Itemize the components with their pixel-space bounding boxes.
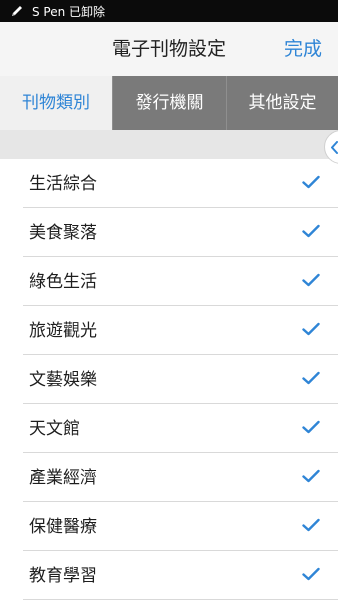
- tab-issuing-agency[interactable]: 發行機關: [112, 76, 226, 130]
- tab-publication-category[interactable]: 刊物類別: [0, 76, 112, 130]
- status-bar: S Pen 已卸除: [0, 0, 338, 22]
- chevron-left-icon: [331, 141, 338, 154]
- checkmark-icon[interactable]: [302, 322, 320, 336]
- list-item[interactable]: 保健醫療: [23, 502, 338, 551]
- category-label: 文藝娛樂: [29, 370, 97, 390]
- done-button[interactable]: 完成: [284, 22, 322, 76]
- pen-icon: [10, 4, 24, 18]
- list-item[interactable]: 旅遊觀光: [23, 306, 338, 355]
- checkmark-icon[interactable]: [302, 420, 320, 434]
- category-label: 綠色生活: [29, 272, 97, 292]
- checkmark-icon[interactable]: [302, 518, 320, 532]
- list-item[interactable]: 綠色生活: [23, 257, 338, 306]
- status-text: S Pen 已卸除: [32, 4, 106, 19]
- list-item[interactable]: 生活綜合: [23, 159, 338, 208]
- list-item[interactable]: 美食聚落: [23, 208, 338, 257]
- category-label: 教育學習: [29, 566, 97, 586]
- category-label: 保健醫療: [29, 517, 97, 537]
- checkmark-icon[interactable]: [302, 469, 320, 483]
- list-item[interactable]: 天文館: [23, 404, 338, 453]
- tab-bar: 刊物類別 發行機關 其他設定: [0, 76, 338, 130]
- checkmark-icon[interactable]: [302, 371, 320, 385]
- list-item[interactable]: 教育學習: [23, 551, 338, 600]
- category-label: 天文館: [29, 419, 80, 439]
- checkmark-icon[interactable]: [302, 224, 320, 238]
- app-header: 電子刊物設定 完成: [0, 22, 338, 76]
- checkmark-icon[interactable]: [302, 175, 320, 189]
- category-list: 生活綜合 美食聚落 綠色生活 旅遊觀光 文藝娛樂 天文館 產業經濟 保健醫療 教…: [0, 159, 338, 600]
- checkmark-icon[interactable]: [302, 273, 320, 287]
- list-item[interactable]: 文藝娛樂: [23, 355, 338, 404]
- category-label: 旅遊觀光: [29, 321, 97, 341]
- list-item[interactable]: 產業經濟: [23, 453, 338, 502]
- category-label: 生活綜合: [29, 174, 97, 194]
- list-top-band: [0, 130, 338, 159]
- checkmark-icon[interactable]: [302, 567, 320, 581]
- tab-other-settings[interactable]: 其他設定: [226, 76, 338, 130]
- category-label: 產業經濟: [29, 468, 97, 488]
- category-label: 美食聚落: [29, 223, 97, 243]
